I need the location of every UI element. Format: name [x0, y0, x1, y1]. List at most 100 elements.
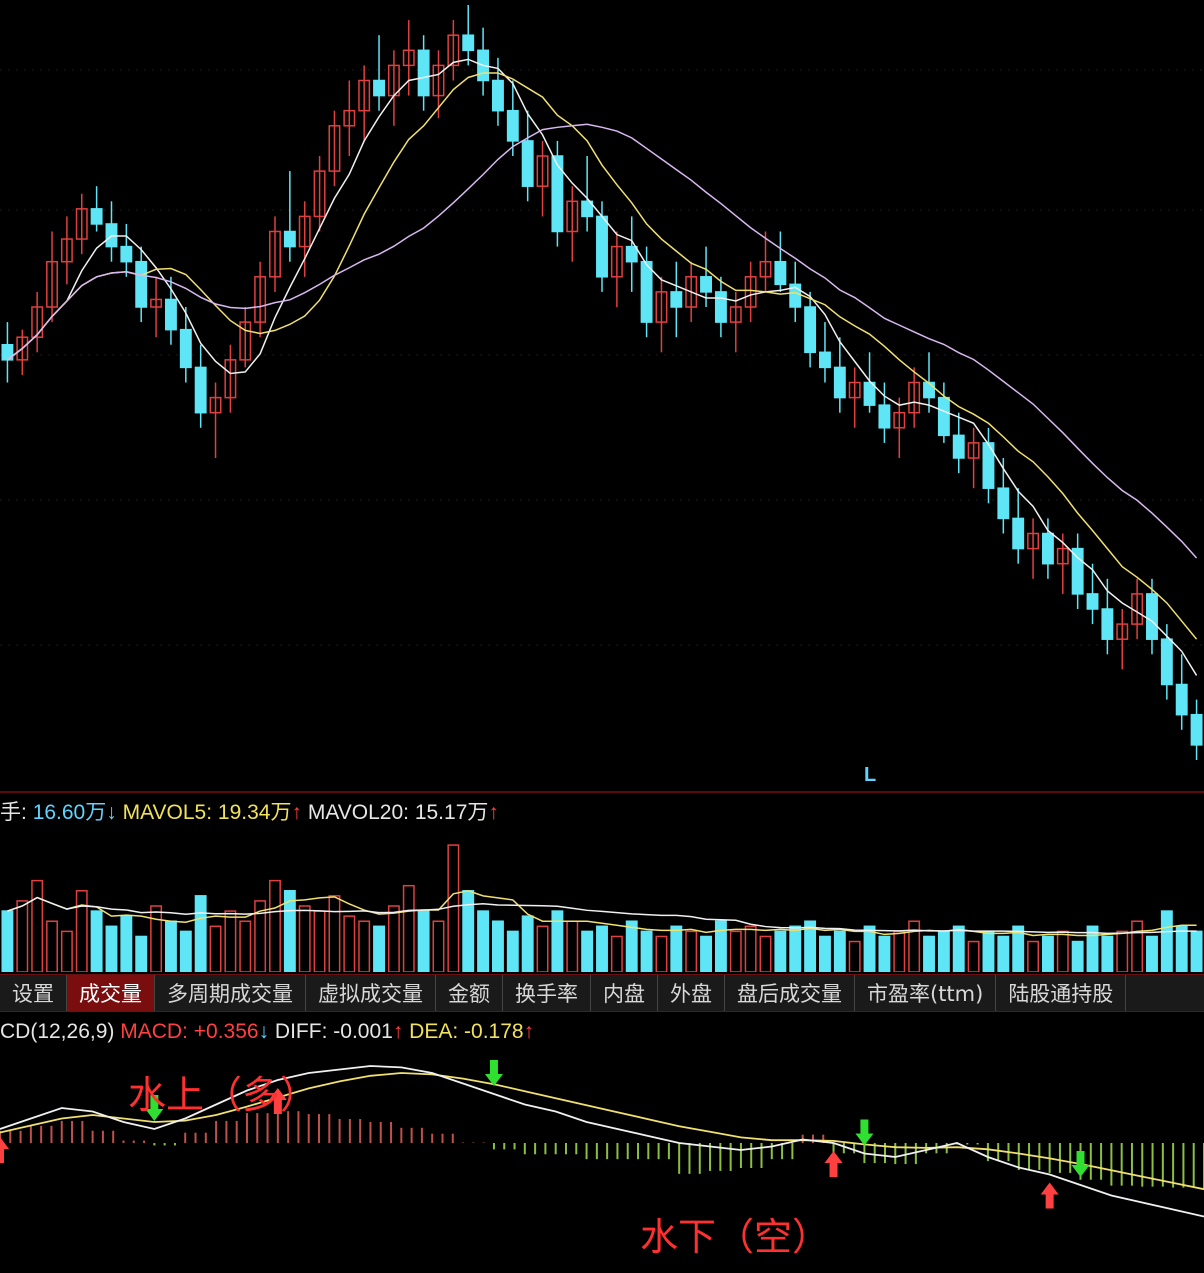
- diff-label: DIFF:: [274, 1020, 328, 1043]
- candle-body: [1160, 638, 1173, 686]
- volume-bar: [1190, 930, 1203, 973]
- volume-bar: [908, 920, 921, 973]
- volume-bar: [655, 935, 668, 973]
- volume-bar: [105, 925, 118, 973]
- volume-bar: [1175, 925, 1188, 973]
- volume-bar: [551, 910, 564, 973]
- volume-bar: [952, 925, 965, 973]
- candle-body: [164, 298, 177, 331]
- volume-bar: [46, 920, 58, 973]
- volume-bar: [75, 890, 88, 973]
- volume-bar: [358, 920, 371, 973]
- buy-arrow-icon: [824, 1151, 843, 1177]
- tab-virtual-volume[interactable]: 虚拟成交量: [306, 975, 436, 1011]
- volume-bar: [179, 930, 192, 973]
- volume-bar: [536, 925, 549, 973]
- candle-body: [1190, 713, 1203, 746]
- volume-bar: [194, 895, 207, 973]
- candle-body: [1175, 683, 1188, 716]
- candle-body: [90, 208, 103, 225]
- candle-body: [714, 291, 727, 323]
- volume-bar: [269, 879, 281, 973]
- candle-body: [105, 223, 118, 248]
- tab-northbound-holdings[interactable]: 陆股通持股: [996, 975, 1127, 1011]
- volume-bar: [150, 905, 163, 973]
- buy-arrow-icon: [1040, 1182, 1059, 1209]
- candle-body: [179, 328, 192, 369]
- candle-body: [819, 351, 831, 369]
- volume-bar: [1160, 910, 1173, 973]
- volume-bar: [1071, 940, 1084, 973]
- tab-settings[interactable]: 设置: [0, 975, 67, 1011]
- volume-bar: [477, 910, 490, 973]
- volume-bar: [60, 930, 73, 973]
- volume-bar: [90, 910, 103, 973]
- volume-bar: [1041, 935, 1054, 973]
- candle-body: [135, 260, 148, 308]
- volume-info-bar: 手: 16.60万↓ MAVOL5: 19.34万↑ MAVOL20: 15.1…: [0, 796, 1204, 830]
- vol-value: 16.60万: [32, 801, 107, 824]
- volume-bar: [685, 930, 698, 973]
- candle-body: [863, 381, 876, 406]
- low-marker: L: [864, 764, 877, 786]
- volume-bar: [729, 930, 742, 973]
- candle-body: [952, 434, 965, 459]
- volume-bar: [432, 920, 445, 973]
- candle-body: [1101, 608, 1114, 640]
- volume-bar: [819, 935, 831, 973]
- volume-bar: [506, 930, 519, 973]
- candle-body: [283, 230, 296, 248]
- volume-bar: [328, 895, 341, 973]
- macd-chart[interactable]: 水上（多） 水下（空）: [0, 1048, 1204, 1268]
- volume-bar: [714, 920, 727, 973]
- mavol5-label: MAVOL5:: [122, 801, 213, 824]
- volume-bar: [239, 920, 252, 973]
- tab-volume[interactable]: 成交量: [67, 975, 155, 1011]
- volume-bar: [967, 940, 980, 973]
- sell-arrow-icon: [1071, 1151, 1090, 1177]
- vol-label: 手:: [0, 801, 27, 824]
- macd-info-bar: CD(12,26,9) MACD: +0.356↓ DIFF: -0.001↑ …: [0, 1016, 1204, 1048]
- candle-body: [1146, 593, 1158, 640]
- volume-bar: [402, 884, 415, 973]
- volume-bar: [566, 920, 579, 973]
- candle-body: [373, 79, 385, 97]
- candle-body: [120, 245, 133, 263]
- price-chart[interactable]: L: [0, 0, 1204, 790]
- volume-bar: [759, 935, 772, 973]
- volume-bar: [313, 910, 326, 973]
- volume-bar: [1146, 935, 1158, 973]
- tab-turnover-rate[interactable]: 换手率: [503, 975, 591, 1011]
- sell-arrow-icon: [484, 1060, 503, 1086]
- volume-bars[interactable]: [0, 830, 1204, 973]
- tab-pe-ttm[interactable]: 市盈率(ttm): [855, 975, 997, 1011]
- tab-after-hours-volume[interactable]: 盘后成交量: [725, 975, 855, 1011]
- volume-bar: [640, 930, 653, 973]
- candle-body: [1012, 517, 1025, 550]
- tab-inner-volume[interactable]: 内盘: [591, 975, 658, 1011]
- vol-arrow: ↓: [106, 801, 117, 824]
- candle-body: [551, 155, 564, 233]
- volume-chart[interactable]: [0, 830, 1204, 973]
- dea-value: -0.178: [464, 1020, 524, 1043]
- tab-amount[interactable]: 金额: [436, 975, 503, 1011]
- volume-bar: [878, 935, 891, 973]
- dea-label: DEA:: [409, 1020, 459, 1043]
- below-water-annotation: 水下（空）: [640, 1215, 831, 1259]
- above-water-annotation: 水上（多）: [128, 1073, 319, 1117]
- mavol20-value: 15.17万: [414, 801, 489, 824]
- candle-body: [640, 260, 653, 323]
- candle-body: [878, 404, 891, 429]
- volume-bar: [16, 900, 29, 973]
- candlestick-chart[interactable]: [0, 0, 1204, 790]
- macd-value: +0.356: [193, 1020, 259, 1043]
- tab-outer-volume[interactable]: 外盘: [658, 975, 725, 1011]
- buy-arrow-icon: [0, 1137, 9, 1163]
- dea-arrow: ↑: [523, 1020, 535, 1043]
- candle-body: [491, 79, 504, 112]
- tab-multi-period-volume[interactable]: 多周期成交量: [155, 975, 306, 1011]
- candle-body: [804, 306, 817, 354]
- volume-bar: [670, 925, 683, 973]
- volume-bar: [997, 935, 1010, 973]
- volume-bar: [893, 930, 906, 973]
